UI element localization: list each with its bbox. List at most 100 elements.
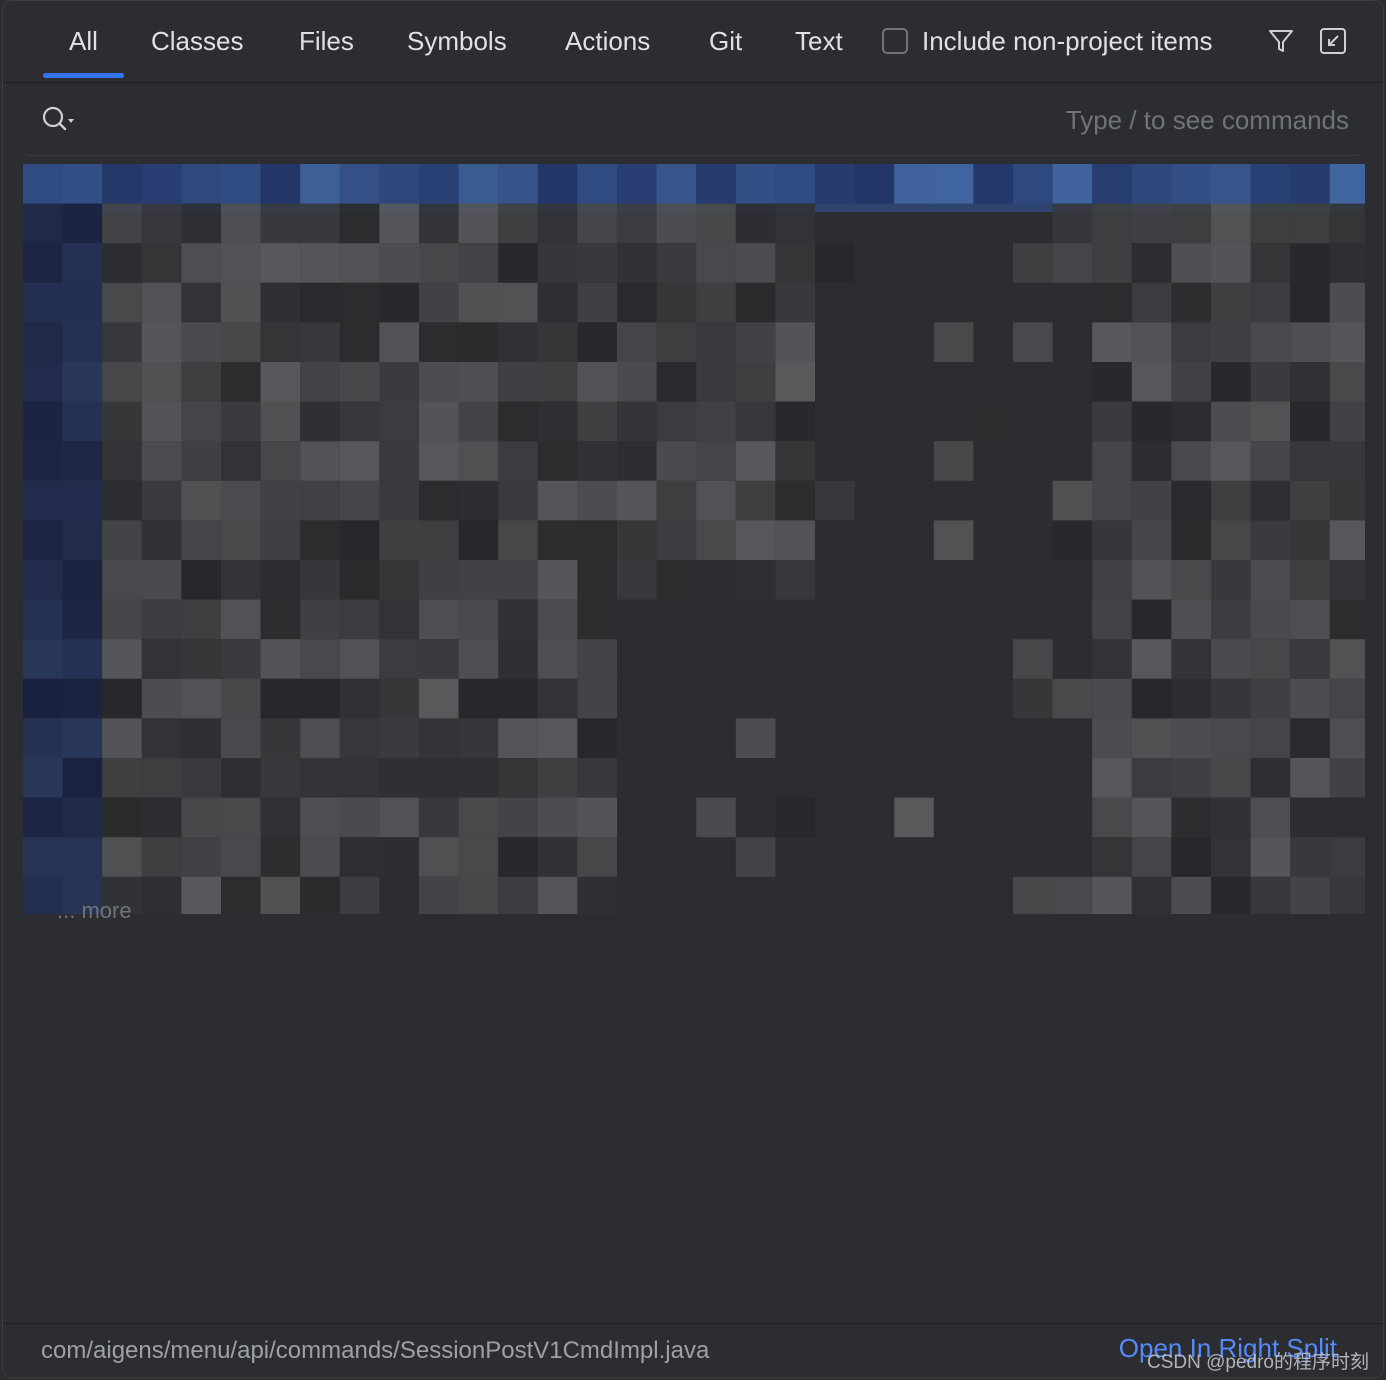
mosaic-cell	[1171, 758, 1211, 798]
mosaic-cell	[775, 480, 815, 521]
mosaic-cell	[1131, 322, 1172, 362]
mosaic-cell	[1290, 797, 1330, 838]
search-everywhere-dialog: All Classes Files Symbols Actions Git Te…	[2, 0, 1384, 1378]
mosaic-cell	[62, 599, 103, 640]
mosaic-cell	[1092, 837, 1132, 877]
mosaic-cell	[339, 243, 380, 283]
mosaic-cell	[656, 362, 697, 402]
mosaic-cell	[498, 362, 538, 402]
mosaic-cell	[379, 520, 419, 560]
mosaic-cell	[62, 797, 103, 838]
mosaic-cell	[260, 876, 301, 914]
mosaic-cell	[498, 718, 538, 758]
mosaic-cell	[339, 203, 380, 244]
tab-actions[interactable]: Actions	[565, 23, 650, 59]
mosaic-cell	[102, 718, 142, 758]
collapse-to-corner-icon[interactable]	[1318, 26, 1348, 56]
mosaic-cell	[1250, 876, 1291, 914]
mosaic-cell	[1131, 560, 1172, 600]
mosaic-cell	[1171, 678, 1211, 719]
mosaic-cell	[1131, 639, 1172, 679]
include-non-project-label[interactable]: Include non-project items	[922, 23, 1212, 59]
mosaic-cell	[1211, 164, 1251, 204]
mosaic-cell	[1250, 164, 1291, 204]
mosaic-cell	[419, 599, 459, 640]
search-input[interactable]	[93, 99, 1351, 141]
mosaic-cell	[1131, 282, 1172, 323]
mosaic-cell	[933, 322, 974, 362]
mosaic-cell	[537, 164, 578, 204]
mosaic-cell	[419, 164, 459, 204]
mosaic-cell	[300, 797, 340, 838]
mosaic-cell	[1131, 243, 1172, 283]
mosaic-cell	[1211, 758, 1251, 798]
mosaic-cell	[300, 639, 340, 679]
tab-classes[interactable]: Classes	[151, 23, 243, 59]
mosaic-cell	[221, 639, 261, 679]
more-results-link[interactable]: ... more	[57, 898, 132, 924]
mosaic-cell	[379, 441, 419, 481]
mosaic-cell	[102, 282, 142, 323]
mosaic-cell	[498, 322, 538, 362]
mosaic-cell	[1092, 639, 1132, 679]
mosaic-cell	[1092, 758, 1132, 798]
mosaic-cell	[498, 639, 538, 679]
mosaic-cell	[1250, 718, 1291, 758]
mosaic-cell	[379, 718, 419, 758]
tab-text[interactable]: Text	[795, 23, 843, 59]
mosaic-cell	[577, 599, 617, 640]
mosaic-cell	[933, 164, 974, 204]
tab-symbols[interactable]: Symbols	[407, 23, 507, 59]
mosaic-cell	[379, 797, 419, 838]
mosaic-cell	[656, 322, 697, 362]
mosaic-cell	[62, 639, 103, 679]
mosaic-cell	[260, 797, 301, 838]
mosaic-cell	[102, 520, 142, 560]
mosaic-cell	[656, 401, 697, 442]
mosaic-cell	[1131, 480, 1172, 521]
results-list[interactable]	[23, 164, 1365, 914]
mosaic-cell	[656, 520, 697, 560]
mosaic-cell	[894, 164, 934, 204]
tab-git[interactable]: Git	[709, 23, 742, 59]
mosaic-cell	[973, 164, 1013, 204]
mosaic-cell	[102, 441, 142, 481]
mosaic-cell	[62, 401, 103, 442]
mosaic-cell	[458, 639, 499, 679]
mosaic-cell	[221, 362, 261, 402]
mosaic-cell	[260, 718, 301, 758]
mosaic-cell	[498, 876, 538, 914]
mosaic-cell	[1290, 282, 1330, 323]
mosaic-cell	[141, 560, 182, 600]
mosaic-cell	[300, 678, 340, 719]
mosaic-cell	[1250, 441, 1291, 481]
mosaic-cell	[617, 401, 657, 442]
mosaic-cell	[696, 401, 736, 442]
mosaic-cell	[775, 243, 815, 283]
tab-all[interactable]: All	[43, 23, 124, 78]
mosaic-cell	[1092, 678, 1132, 719]
search-icon[interactable]	[41, 105, 77, 135]
mosaic-cell	[102, 639, 142, 679]
mosaic-cell	[696, 282, 736, 323]
mosaic-cell	[300, 401, 340, 442]
mosaic-cell	[537, 599, 578, 640]
mosaic-cell	[419, 401, 459, 442]
mosaic-cell	[339, 322, 380, 362]
tab-files[interactable]: Files	[299, 23, 354, 59]
mosaic-cell	[1211, 203, 1251, 244]
mosaic-cell	[458, 797, 499, 838]
mosaic-cell	[23, 282, 63, 323]
mosaic-cell	[181, 362, 221, 402]
mosaic-cell	[379, 876, 419, 914]
mosaic-cell	[141, 520, 182, 560]
mosaic-cell	[1171, 243, 1211, 283]
mosaic-cell	[1250, 639, 1291, 679]
mosaic-cell	[577, 520, 617, 560]
include-non-project-checkbox[interactable]	[882, 28, 908, 54]
mosaic-cell	[656, 480, 697, 521]
mosaic-cell	[141, 164, 182, 204]
mosaic-cell	[419, 203, 459, 244]
filter-icon[interactable]	[1266, 26, 1296, 56]
mosaic-cell	[339, 639, 380, 679]
